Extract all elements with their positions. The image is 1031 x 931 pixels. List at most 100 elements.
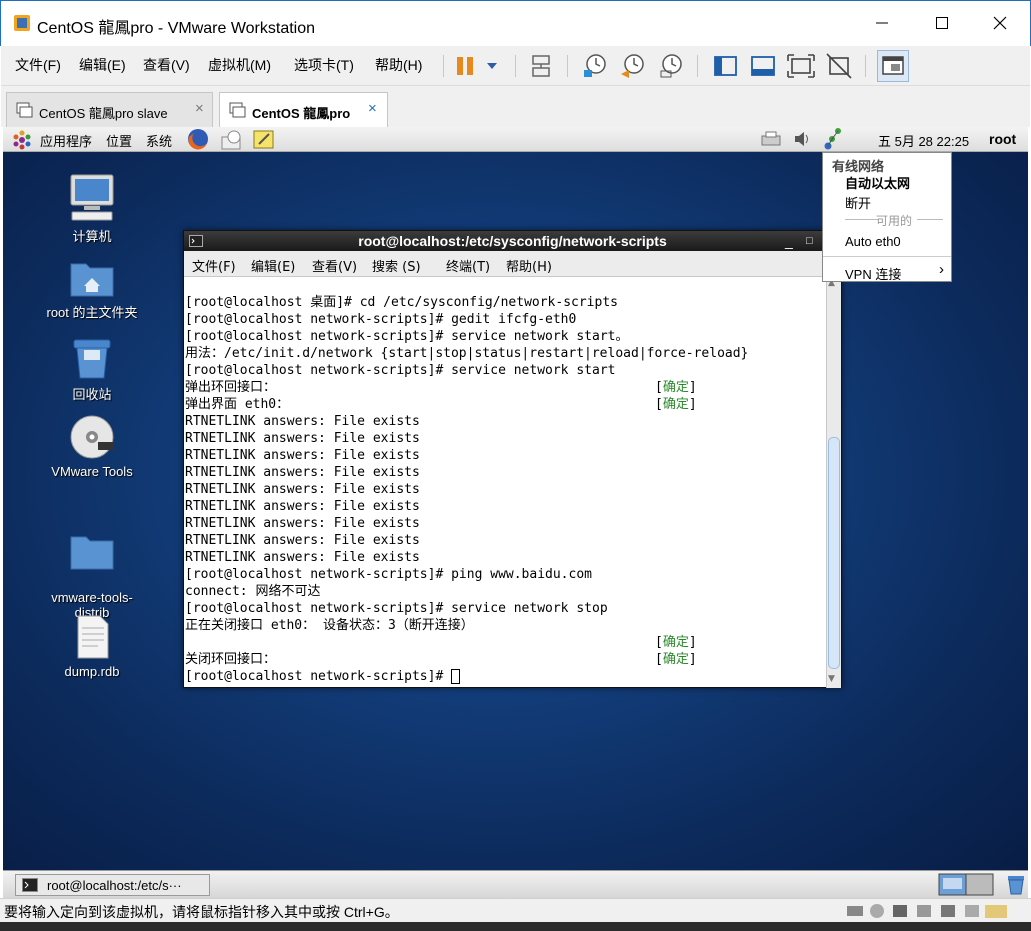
firefox-icon[interactable]: [186, 127, 210, 151]
scrollbar-thumb[interactable]: [828, 437, 840, 669]
status-message: 要将输入定向到该虚拟机，请将鼠标指针移入其中或按 Ctrl+G。: [4, 904, 399, 920]
unity-button[interactable]: [823, 50, 855, 82]
home-folder-icon: [70, 263, 114, 297]
disconnect-item[interactable]: 断开: [845, 193, 871, 212]
minimize-button[interactable]: [859, 9, 905, 37]
window-titlebar: CentOS 龍鳳pro - VMware Workstation: [0, 0, 1031, 46]
terminal-maximize-button[interactable]: □: [806, 231, 813, 251]
terminal-menubar: 文件(F) 编辑(E) 查看(V) 搜索 (S) 终端(T) 帮助(H): [184, 251, 841, 277]
full-screen-button[interactable]: [785, 50, 817, 82]
menu-vm[interactable]: 虚拟机(M): [208, 55, 271, 75]
terminal-output[interactable]: [root@localhost 桌面]# cd /etc/sysconfig/n…: [184, 277, 826, 687]
guest-taskbar: root@localhost:/etc/s···: [3, 870, 1028, 898]
console-view-button[interactable]: [877, 50, 909, 82]
revert-clock-icon: [621, 54, 644, 78]
panel-applications-menu[interactable]: 应用程序: [40, 131, 92, 150]
terminal-line: RTNETLINK answers: File exists: [185, 481, 826, 498]
desktop-icon-label: VMware Tools: [51, 464, 133, 479]
tab-close-icon[interactable]: ×: [368, 100, 377, 117]
snapshot-manager-button[interactable]: [655, 50, 687, 82]
scroll-down-icon[interactable]: ▼: [828, 674, 835, 684]
computer-icon: [70, 174, 114, 221]
send-ctrl-alt-del-button[interactable]: [525, 50, 557, 82]
maximize-button[interactable]: [919, 9, 965, 37]
terminal-status-ok: [确定]: [655, 635, 697, 650]
terminal-line: RTNETLINK answers: File exists: [185, 532, 826, 549]
terminal-line-text: RTNETLINK answers: File exists: [185, 465, 420, 480]
tab-close-icon[interactable]: ×: [195, 100, 204, 117]
desktop-icon-dump-rdb[interactable]: dump.rdb: [42, 614, 142, 679]
terminal-menu-view[interactable]: 查看(V): [312, 256, 357, 275]
tab-centos-slave[interactable]: CentOS 龍鳳pro slave ×: [6, 92, 213, 127]
pause-button[interactable]: [453, 50, 497, 82]
menu-edit[interactable]: 编辑(E): [79, 55, 126, 75]
tab-centos[interactable]: CentOS 龍鳳pro ×: [219, 92, 388, 128]
text-editor-icon[interactable]: [252, 128, 276, 150]
device-status-icons[interactable]: [845, 902, 1025, 920]
terminal-cursor: [451, 669, 461, 684]
taskbar-terminal-button[interactable]: root@localhost:/etc/s···: [15, 874, 210, 896]
network-device-icon: [532, 55, 550, 77]
terminal-minimize-button[interactable]: _: [785, 231, 793, 251]
console-icon: [882, 56, 904, 75]
auto-eth0-item[interactable]: Auto eth0: [845, 234, 901, 249]
menu-help[interactable]: 帮助(H): [375, 55, 422, 75]
minimize-icon: [876, 22, 888, 24]
window-title: CentOS 龍鳳pro - VMware Workstation: [37, 20, 316, 37]
network-manager-icon[interactable]: [823, 127, 845, 151]
panel-places-menu[interactable]: 位置: [106, 131, 132, 150]
terminal-line-text: 用法：/etc/init.d/network {start|stop|statu…: [185, 346, 749, 361]
workspace-switcher[interactable]: [938, 873, 994, 897]
terminal-scrollbar[interactable]: ▲ ▼: [826, 277, 841, 688]
panel-clock[interactable]: 五 5月 28 22:25: [878, 131, 969, 150]
desktop-icon-home[interactable]: root 的主文件夹: [42, 258, 142, 321]
revert-snapshot-button[interactable]: [617, 50, 649, 82]
terminal-status-ok: [确定]: [655, 652, 697, 667]
terminal-icon: [22, 878, 38, 892]
vm-tab-bar: CentOS 龍鳳pro slave × CentOS 龍鳳pro ×: [1, 86, 1030, 128]
terminal-titlebar: root@localhost:/etc/sysconfig/network-sc…: [184, 231, 841, 251]
panel-user[interactable]: root: [989, 131, 1016, 147]
desktop-icon-computer[interactable]: 计算机: [42, 172, 142, 245]
terminal-menu-edit[interactable]: 编辑(E): [251, 256, 295, 275]
snapshot-button[interactable]: [579, 50, 611, 82]
menu-file[interactable]: 文件(F): [15, 55, 61, 75]
trash-applet-icon[interactable]: [1005, 874, 1027, 896]
terminal-window: root@localhost:/etc/sysconfig/network-sc…: [183, 230, 842, 688]
terminal-status-ok: [确定]: [655, 380, 697, 395]
unity-icon: [826, 53, 852, 79]
menubar: 文件(F) 编辑(E) 查看(V) 虚拟机(M) 选项卡(T) 帮助(H): [1, 46, 1030, 86]
terminal-line-text: [root@localhost network-scripts]# ping w…: [185, 567, 592, 582]
active-connection[interactable]: 自动以太网: [845, 173, 910, 192]
taskbar-button-label: root@localhost:/etc/s···: [47, 878, 182, 893]
terminal-line-text: [root@localhost 桌面]# cd /etc/sysconfig/n…: [185, 295, 618, 310]
vpn-submenu[interactable]: VPN 连接: [845, 264, 901, 283]
terminal-line-text: 弹出环回接口：: [185, 380, 277, 395]
terminal-line-text: [root@localhost network-scripts]# servic…: [185, 601, 608, 616]
mail-clock-icon[interactable]: [220, 128, 244, 152]
terminal-menu-search[interactable]: 搜索 (S): [372, 256, 421, 275]
terminal-icon: [189, 235, 203, 247]
snapshot-clock-icon: [584, 54, 606, 77]
show-library-button[interactable]: [709, 50, 741, 82]
network-printer-icon[interactable]: [760, 129, 784, 149]
terminal-line-text: RTNETLINK answers: File exists: [185, 516, 420, 531]
terminal-line: RTNETLINK answers: File exists: [185, 549, 826, 566]
desktop-icon-vmware-tools[interactable]: VMware Tools: [42, 414, 142, 479]
terminal-menu-help[interactable]: 帮助(H): [506, 256, 552, 275]
desktop-icon-vmware-tools-distrib[interactable]: vmware-tools- distrib: [42, 516, 142, 620]
terminal-line: [root@localhost 桌面]# cd /etc/sysconfig/n…: [185, 294, 826, 311]
gnome-foot-icon: [13, 130, 31, 150]
menu-tabs[interactable]: 选项卡(T): [294, 55, 354, 75]
desktop-icon-trash[interactable]: 回收站: [42, 336, 142, 403]
terminal-menu-terminal[interactable]: 终端(T): [446, 256, 490, 275]
close-button[interactable]: [977, 9, 1023, 37]
terminal-line-text: RTNETLINK answers: File exists: [185, 482, 420, 497]
terminal-line-text: RTNETLINK answers: File exists: [185, 533, 420, 548]
panel-system-menu[interactable]: 系统: [146, 131, 172, 150]
terminal-menu-file[interactable]: 文件(F): [192, 256, 236, 275]
thumbnail-bar-button[interactable]: [747, 50, 779, 82]
volume-icon[interactable]: [793, 130, 813, 148]
menu-view[interactable]: 查看(V): [143, 55, 190, 75]
dvd-icon: [70, 415, 114, 459]
